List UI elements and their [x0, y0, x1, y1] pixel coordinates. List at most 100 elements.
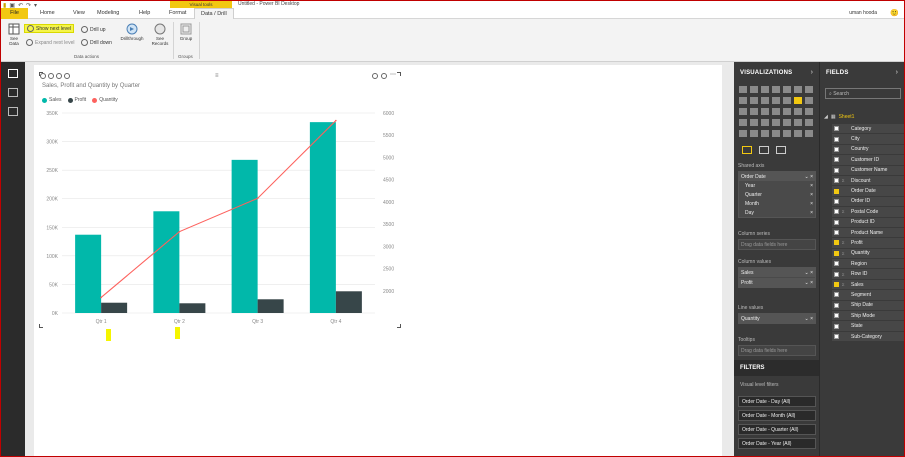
bar-sales[interactable]	[231, 159, 258, 313]
analytics-magnifier-icon[interactable]	[776, 146, 786, 154]
bar-profit[interactable]	[179, 303, 206, 313]
visual-type-icon[interactable]	[783, 130, 791, 137]
field-item[interactable]: Product Name	[832, 227, 904, 239]
point-quantity[interactable]	[256, 197, 259, 200]
visual-type-icon[interactable]	[750, 119, 758, 126]
bar-sales[interactable]	[309, 122, 336, 313]
visual-type-icon[interactable]	[805, 97, 813, 104]
data-view-icon[interactable]	[8, 88, 18, 97]
well-field-order-date[interactable]: Order Date ⌄ ×	[739, 172, 815, 181]
report-view-icon[interactable]	[8, 69, 18, 78]
field-item[interactable]: Σ Discount	[832, 175, 904, 187]
field-checkbox[interactable]	[834, 178, 839, 184]
expand-next-level-button[interactable]: Expand next level	[26, 38, 74, 47]
remove-field-icon[interactable]: ⌄ ×	[805, 174, 814, 180]
field-checkbox[interactable]	[834, 250, 839, 256]
well-field-sales[interactable]: Sales ⌄ ×	[739, 268, 815, 277]
field-item[interactable]: Σ Profit	[832, 238, 904, 249]
field-item[interactable]: Country	[832, 144, 904, 156]
table-sheet1[interactable]: ◢ ▦ Sheet1	[824, 114, 854, 120]
well-line-values-box[interactable]: Quantity ⌄ ×	[738, 313, 816, 324]
collapse-fields-icon[interactable]: ›	[896, 69, 898, 76]
field-checkbox[interactable]	[834, 240, 839, 246]
see-records-button[interactable]: See Records	[151, 23, 169, 46]
see-data-button[interactable]: See Data	[5, 23, 23, 46]
field-checkbox[interactable]	[834, 271, 839, 277]
field-item[interactable]: Category	[832, 124, 904, 135]
filter-card[interactable]: Order Date - Day (All)	[738, 396, 816, 407]
field-item[interactable]: Product ID	[832, 217, 904, 228]
well-column-values-box[interactable]: Sales ⌄ × Profit ⌄ ×	[738, 267, 816, 288]
visual-type-icon[interactable]	[794, 119, 802, 126]
resize-handle[interactable]	[39, 324, 43, 328]
line-quantity[interactable]	[100, 120, 337, 298]
visual-type-icon[interactable]	[761, 97, 769, 104]
visual-type-icon[interactable]	[794, 108, 802, 115]
field-checkbox[interactable]	[834, 323, 839, 329]
field-checkbox[interactable]	[834, 198, 839, 204]
remove-level-icon[interactable]: ×	[810, 192, 813, 198]
remove-level-icon[interactable]: ×	[810, 201, 813, 207]
well-drop-zone[interactable]: Drag data fields here	[738, 345, 816, 356]
field-checkbox[interactable]	[834, 209, 839, 215]
collapse-visualizations-icon[interactable]: ›	[811, 69, 813, 76]
point-quantity[interactable]	[335, 119, 337, 122]
bar-profit[interactable]	[101, 302, 128, 313]
remove-field-icon[interactable]: ⌄ ×	[805, 280, 814, 286]
visual-type-icon[interactable]	[739, 130, 747, 137]
visual-type-icon[interactable]	[772, 86, 780, 93]
remove-level-icon[interactable]: ×	[810, 183, 813, 189]
visual-type-icon[interactable]	[805, 130, 813, 137]
visual-type-icon[interactable]	[761, 119, 769, 126]
field-item[interactable]: Σ Postal Code	[832, 207, 904, 218]
resize-handle[interactable]	[397, 324, 401, 328]
field-item[interactable]: Customer Name	[832, 165, 904, 176]
well-drop-zone[interactable]: Drag data fields here	[738, 239, 816, 250]
resize-handle[interactable]	[39, 72, 43, 76]
group-button[interactable]: Group	[176, 23, 196, 41]
show-next-level-button[interactable]: Show next level	[24, 24, 75, 33]
visual-type-icon[interactable]	[739, 108, 747, 115]
drillthrough-button[interactable]: Drillthrough	[117, 23, 147, 41]
bar-profit[interactable]	[335, 291, 362, 313]
tab-view[interactable]: View	[67, 8, 91, 19]
fields-well-tab-icon[interactable]	[742, 146, 752, 154]
point-quantity[interactable]	[100, 296, 102, 299]
visual-type-icon[interactable]	[739, 119, 747, 126]
visual-type-icon[interactable]	[761, 86, 769, 93]
well-shared-axis-box[interactable]: Order Date ⌄ × Year × Quarter × Month × Day ×	[738, 171, 816, 218]
field-checkbox[interactable]	[834, 136, 839, 142]
point-quantity[interactable]	[178, 230, 181, 233]
field-item[interactable]: Ship Mode	[832, 311, 904, 322]
combo-chart-visual[interactable]: ≡ ⋯ Sales, Profit and Quantity by Quarte…	[39, 72, 401, 328]
field-item[interactable]: Customer ID	[832, 155, 904, 166]
visual-type-icon[interactable]	[739, 97, 747, 104]
field-item[interactable]: Σ Quantity	[832, 248, 904, 260]
visual-type-icon[interactable]	[739, 86, 747, 93]
field-checkbox[interactable]	[834, 219, 839, 225]
visual-type-icon[interactable]	[794, 130, 802, 137]
bar-sales[interactable]	[153, 211, 180, 313]
hierarchy-level-quarter[interactable]: Quarter ×	[739, 190, 815, 199]
hierarchy-level-year[interactable]: Year ×	[739, 181, 815, 190]
visual-type-icon[interactable]	[750, 97, 758, 104]
field-checkbox[interactable]	[834, 230, 839, 236]
fields-search-input[interactable]: ⌕ Search	[825, 88, 901, 99]
tab-help[interactable]: Help	[133, 8, 156, 19]
tab-data-drill[interactable]: Data / Drill	[194, 8, 234, 19]
visual-type-icon[interactable]	[750, 130, 758, 137]
remove-level-icon[interactable]: ×	[810, 210, 813, 216]
visual-type-icon[interactable]	[761, 130, 769, 137]
visual-type-icon[interactable]	[761, 108, 769, 115]
resize-handle[interactable]	[397, 72, 401, 76]
field-checkbox[interactable]	[834, 261, 839, 267]
tab-home[interactable]: Home	[34, 8, 61, 19]
field-item[interactable]: Σ Sales	[832, 279, 904, 291]
visual-type-icon[interactable]	[794, 86, 802, 93]
bar-sales[interactable]	[75, 234, 102, 313]
visual-type-icon[interactable]	[772, 97, 780, 104]
field-checkbox[interactable]	[834, 313, 839, 319]
field-checkbox[interactable]	[834, 188, 839, 194]
field-checkbox[interactable]	[834, 302, 839, 308]
field-checkbox[interactable]	[834, 146, 839, 152]
